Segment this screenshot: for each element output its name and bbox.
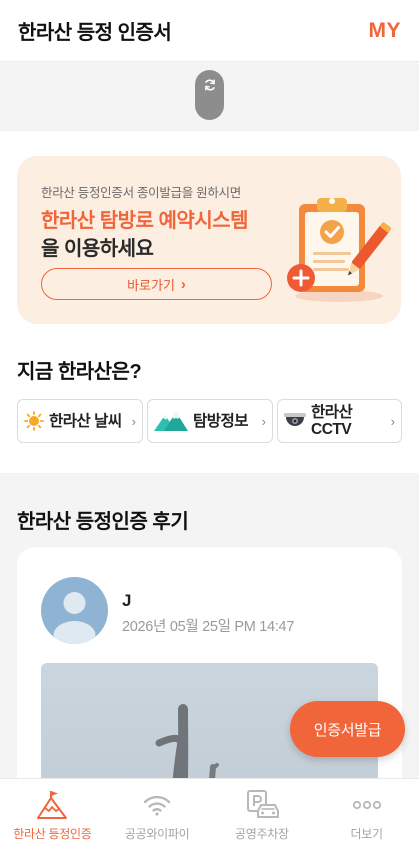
parking-icon [246, 790, 279, 818]
review-author: J [122, 591, 132, 610]
cctv-label-line2: CCTV [311, 421, 352, 438]
go-button-label: 바로가기 [127, 277, 175, 293]
refresh-icon [204, 79, 215, 91]
quick-links: 한라산 날씨 › 탐방정보 › 한라산 CCTV › [17, 399, 402, 443]
trail-info-label: 탐방정보 [193, 412, 249, 430]
banner-highlight: 한라산 탐방로 예약시스템 [41, 210, 249, 232]
sun-icon [24, 411, 44, 431]
tab-more[interactable]: 더보기 [314, 779, 419, 846]
tab-wifi[interactable]: 공공와이파이 [105, 779, 210, 846]
now-section-title: 지금 한라산은? [17, 361, 142, 383]
tab-certification[interactable]: 한라산 등정인증 [0, 779, 105, 846]
review-date: 2026년 05월 25일 PM 14:47 [122, 619, 295, 635]
cctv-label-line1: 한라산 [311, 404, 353, 421]
bottom-tab-bar: 한라산 등정인증 공공와이파이 공영주차장 더보기 [0, 778, 419, 846]
chevron-right-icon: › [180, 275, 186, 293]
mountain-flag-icon [37, 791, 68, 819]
chevron-right-icon: › [390, 413, 395, 429]
tab-parking-label: 공영주차장 [235, 827, 289, 841]
tab-certification-label: 한라산 등정인증 [13, 827, 92, 841]
app-header: 한라산 등정 인증서 MY [0, 0, 419, 62]
review-card[interactable]: J 2026년 05월 25일 PM 14:47 [17, 547, 402, 807]
avatar [41, 577, 108, 644]
weather-label: 한라산 날씨 [49, 412, 122, 430]
wifi-icon [143, 795, 171, 816]
mountain-icon [154, 412, 188, 431]
my-button[interactable]: MY [369, 19, 402, 43]
tab-more-label: 더보기 [350, 827, 384, 841]
cctv-icon [284, 413, 306, 426]
banner-line2: 을 이용하세요 [41, 238, 154, 260]
go-button[interactable]: 바로가기 › [41, 268, 272, 300]
chevron-right-icon: › [131, 413, 136, 429]
refresh-area [0, 63, 419, 131]
main-card: 한라산 등정인증서 종이발급을 원하시면 한라산 탐방로 예약시스템 을 이용하… [0, 131, 419, 473]
issue-certificate-button[interactable]: 인증서발급 [290, 701, 405, 757]
banner-subtitle: 한라산 등정인증서 종이발급을 원하시면 [41, 186, 241, 200]
trail-info-button[interactable]: 탐방정보 › [147, 399, 273, 443]
tab-parking[interactable]: 공영주차장 [210, 779, 315, 846]
page-title: 한라산 등정 인증서 [18, 22, 172, 44]
weather-button[interactable]: 한라산 날씨 › [17, 399, 143, 443]
review-section-title: 한라산 등정인증 후기 [17, 511, 189, 533]
tab-wifi-label: 공공와이파이 [124, 827, 190, 841]
reservation-banner[interactable]: 한라산 등정인증서 종이발급을 원하시면 한라산 탐방로 예약시스템 을 이용하… [17, 156, 401, 324]
refresh-button[interactable] [195, 70, 224, 120]
chevron-right-icon: › [261, 413, 266, 429]
cctv-label: 한라산 CCTV [311, 404, 353, 438]
cctv-button[interactable]: 한라산 CCTV › [277, 399, 402, 443]
clipboard-illustration-icon [287, 198, 391, 302]
more-icon [352, 800, 381, 810]
user-avatar-icon [53, 592, 96, 644]
